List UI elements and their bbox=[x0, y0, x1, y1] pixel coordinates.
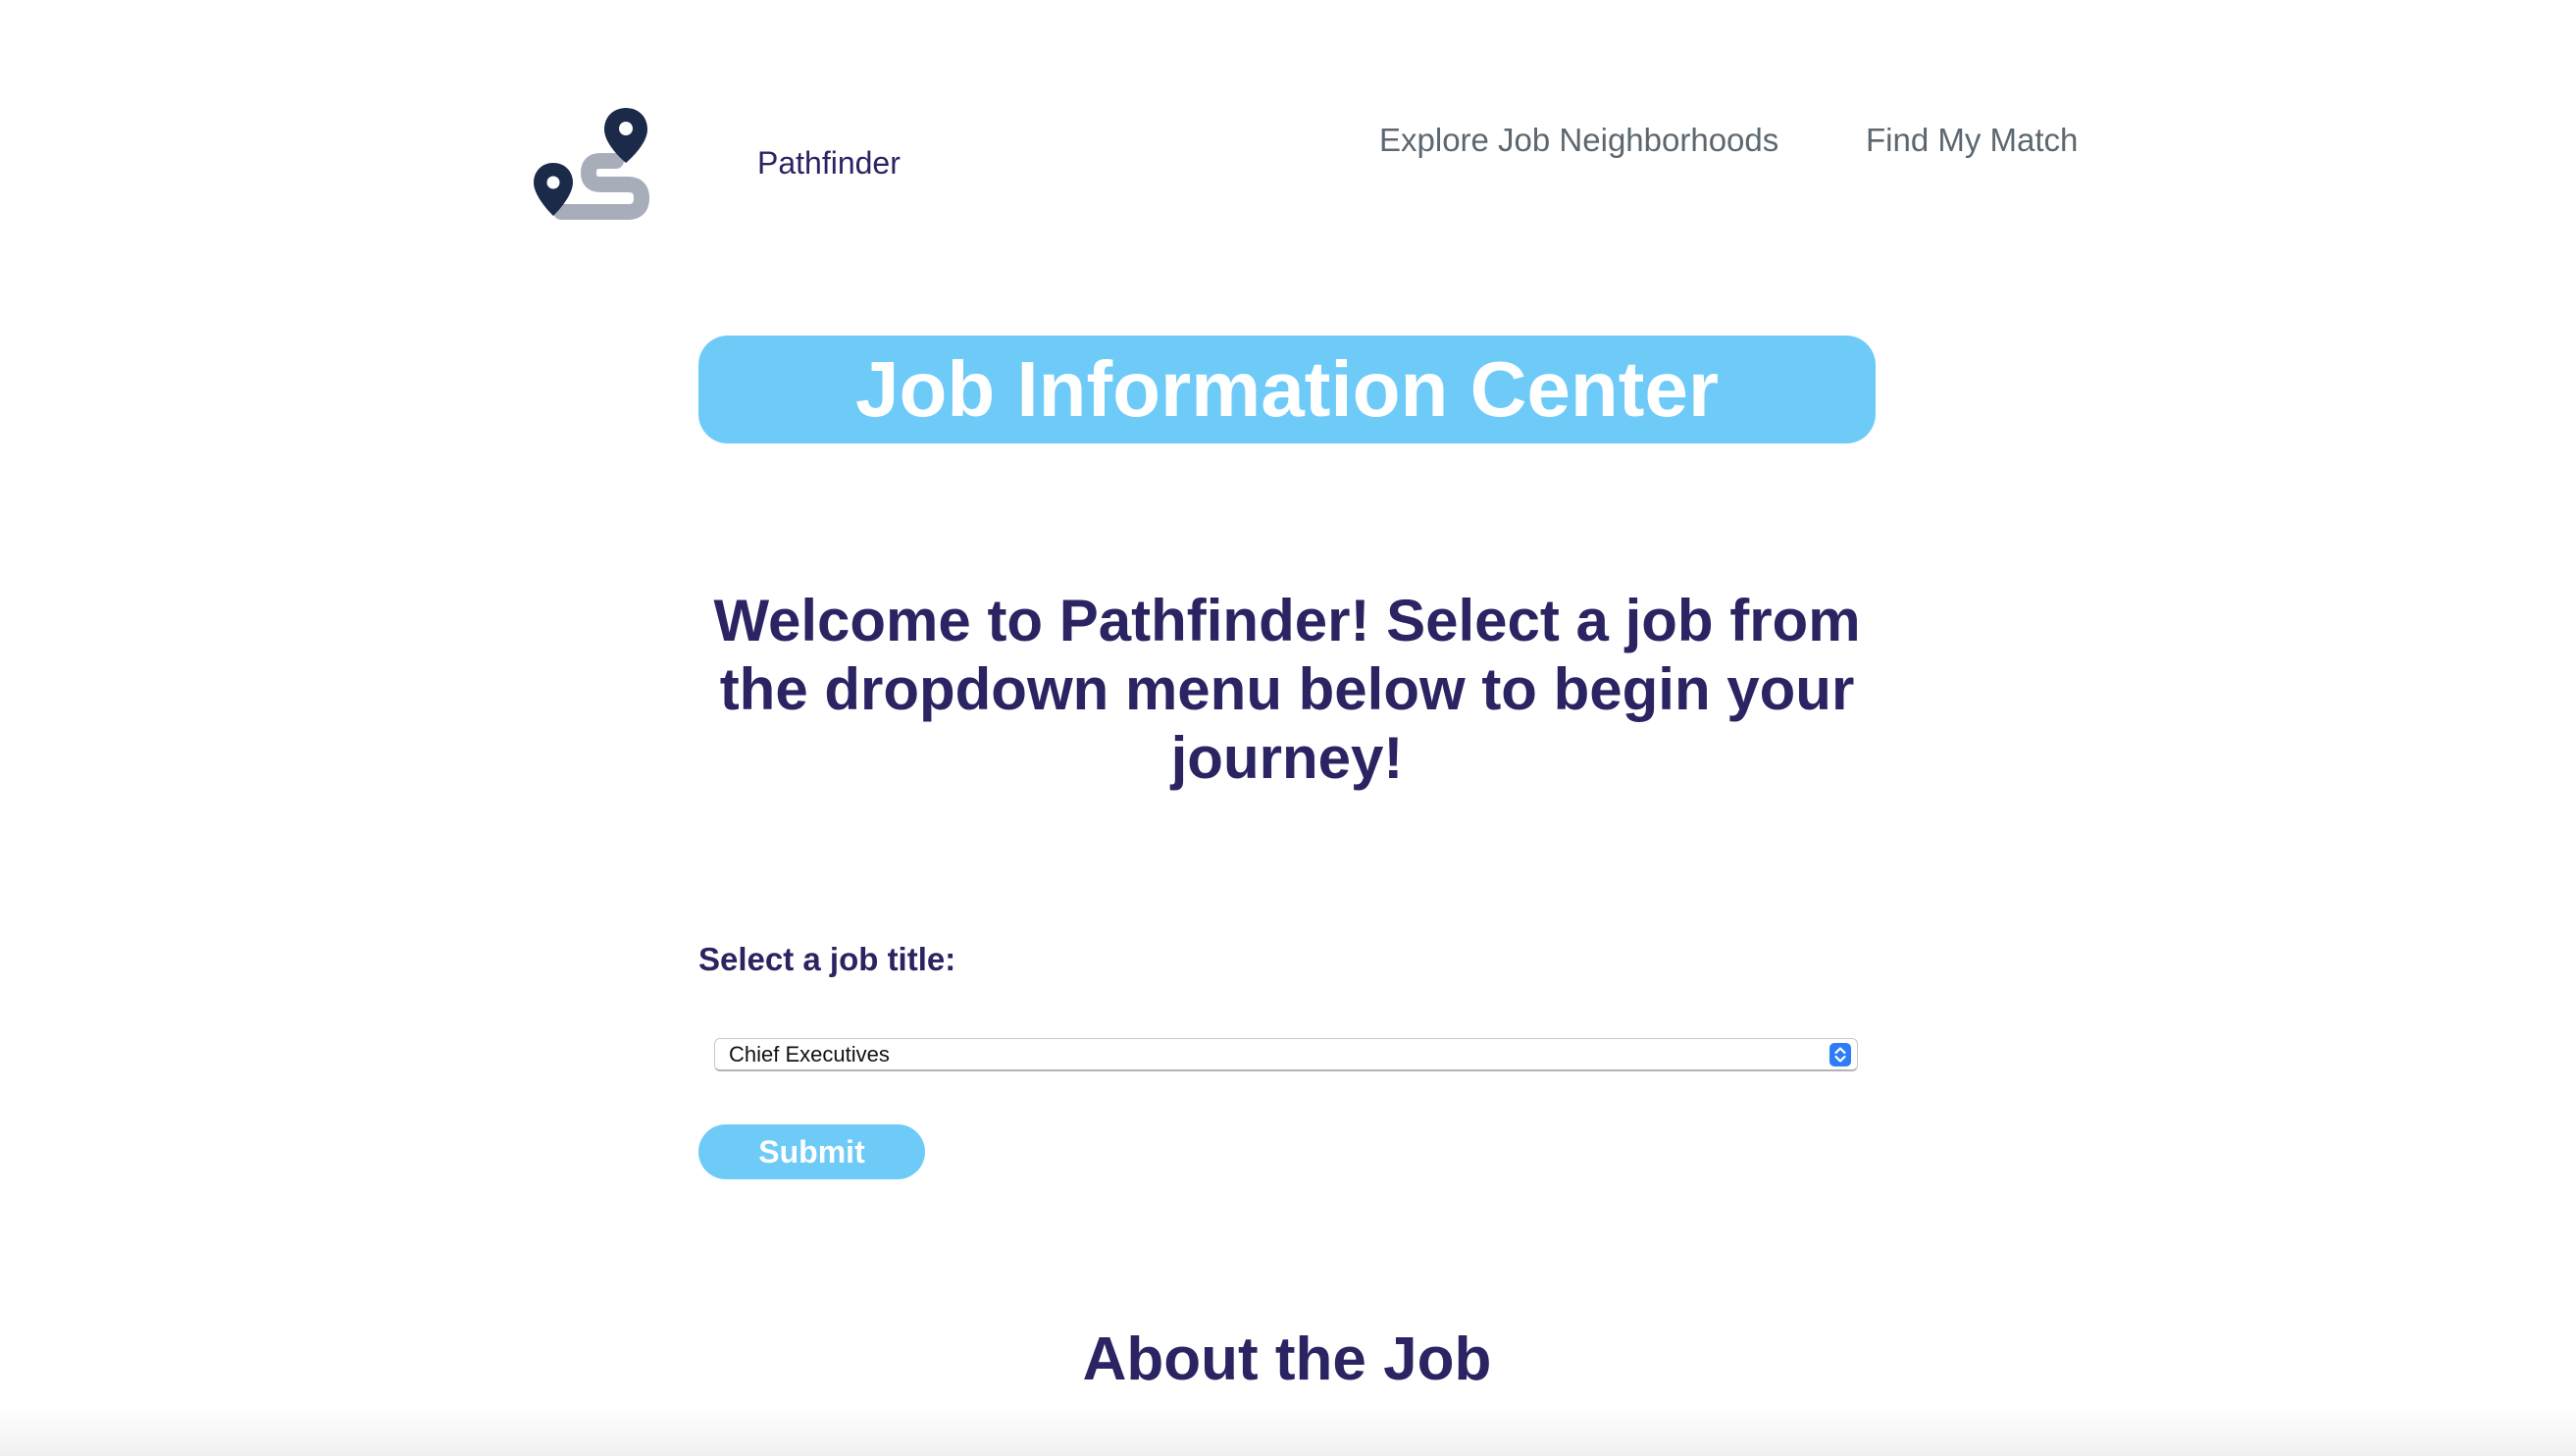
job-title-label: Select a job title: bbox=[698, 941, 956, 977]
welcome-heading: Welcome to Pathfinder! Select a job from… bbox=[713, 588, 1861, 791]
job-title-select[interactable]: Chief Executives bbox=[714, 1038, 1858, 1071]
title-banner: Job Information Center bbox=[698, 336, 1876, 443]
bottom-shadow bbox=[0, 1407, 2576, 1456]
job-title-selected-value: Chief Executives bbox=[729, 1042, 890, 1066]
pathfinder-logo-icon[interactable] bbox=[532, 104, 659, 224]
brand-name[interactable]: Pathfinder bbox=[757, 143, 901, 182]
page-title: Job Information Center bbox=[854, 345, 1720, 433]
submit-button[interactable]: Submit bbox=[698, 1124, 925, 1179]
nav-explore-job-neighborhoods[interactable]: Explore Job Neighborhoods bbox=[1379, 120, 1778, 161]
nav-find-my-match[interactable]: Find My Match bbox=[1866, 120, 2078, 161]
about-the-job-heading: About the Job bbox=[1082, 1326, 1492, 1393]
select-arrows-icon bbox=[1829, 1043, 1851, 1066]
